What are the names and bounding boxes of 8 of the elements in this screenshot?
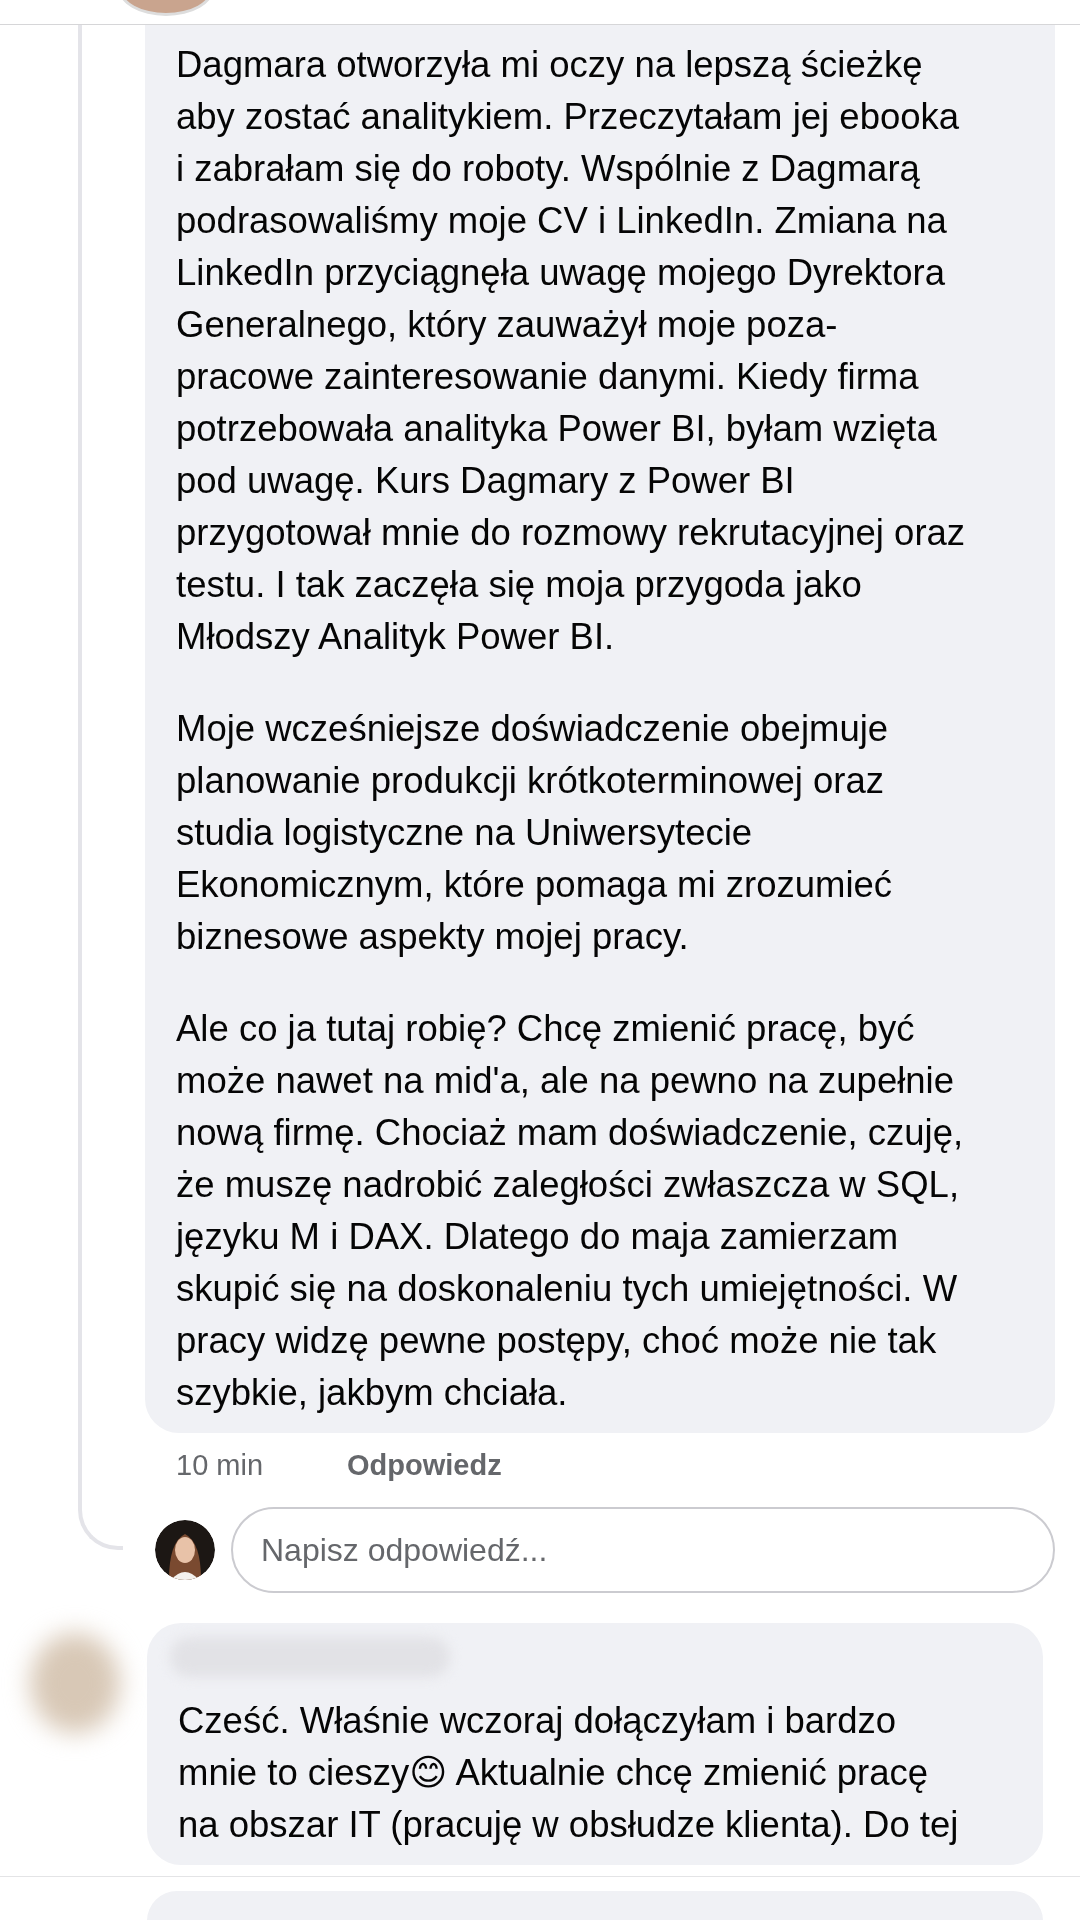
comment-text: Dagmara otworzyła mi oczy na lepszą ścieżkę aby zostać analitykiem. Przeczytałam jej ebooka i zabrałam się do roboty. Wspólnie z Dagmarą podrasowaliśmy moje CV i LinkedIn. Zmiana na LinkedIn przyciągnęła uwagę mojego Dyrektora Generalnego, który zauważył moje poza- pracowe zainteresowanie danymi. Kiedy firma potrzebowała analityka Power BI, byłam wzięta pod uwagę. Kurs Dagmary z Power BI przygotował mnie do rozmowy rekrutacyjnej oraz testu. I tak zaczęła się moja przygoda jako Młodszy Analityk Power BI. bbox=[176, 43, 967, 659]
reply-field[interactable]: Napisz odpowiedź... bbox=[231, 1507, 1055, 1593]
comment-text: Cześć. Właśnie wczoraj dołączyłam i bardzo mnie to cieszy😊 Aktualnie chcę zmienić pracę na obszar IT (pracuję w obsłudze klienta). Do tej bbox=[178, 1699, 960, 1847]
avatar bbox=[155, 1520, 215, 1580]
reply-link[interactable]: Odpowiedz bbox=[347, 1449, 502, 1501]
timestamp: 10 min bbox=[176, 1449, 264, 1483]
comment-text: Ale co ja tutaj robię? Chcę zmienić pracę, być może nawet na mid'a, ale na pewno na zupełnie nową firmę. Chociaż mam doświadczenie, czuję, że muszę nadrobić zaległości zwłaszcza w SQL, języku M i DAX. Dlatego do maja zamierzam skupić się na doskonaleniu tych umiejętności. W pracy widzę pewne postępy, choć może nie tak szybkie, jakbym chciała. bbox=[176, 1007, 965, 1415]
comment-text: Moje wcześniejsze doświadczenie obejmuje planowanie produkcji krótkoterminowej oraz studia logistyczne na Uniwersytecie Ekonomicznym, które pomaga mi zrozumieć biznesowe aspekty mojej pracy. bbox=[176, 707, 894, 959]
